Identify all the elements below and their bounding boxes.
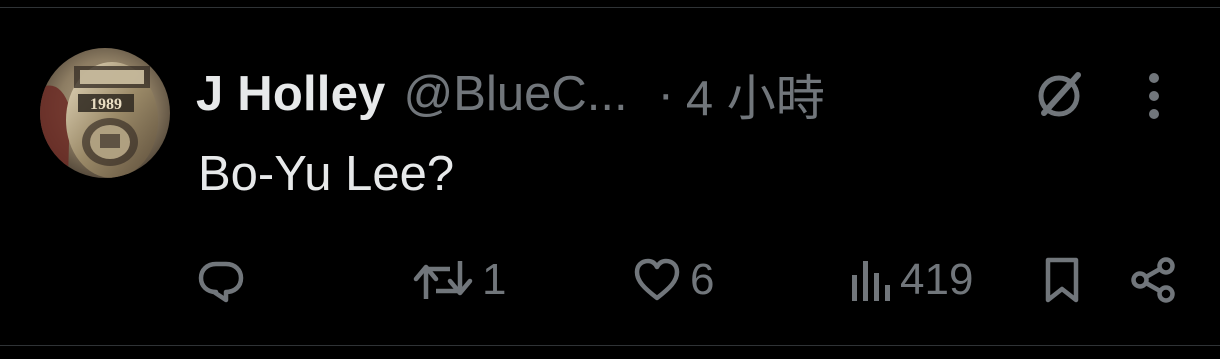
share-button[interactable]	[1128, 252, 1178, 308]
avatar-image: 1989	[40, 48, 170, 178]
retweet-button[interactable]: 1	[412, 252, 506, 308]
timestamp[interactable]: 4 小時	[686, 59, 825, 130]
bookmark-icon	[1045, 257, 1079, 303]
more-icon[interactable]	[1138, 70, 1170, 122]
views-count: 419	[900, 255, 974, 304]
views-icon	[852, 261, 890, 301]
retweet-icon	[413, 261, 473, 299]
views-button[interactable]: 419	[848, 252, 973, 308]
display-name[interactable]: J Holley	[196, 66, 386, 122]
user-handle[interactable]: @BlueC...	[404, 66, 628, 122]
top-divider	[0, 7, 1220, 8]
separator-dot: ·	[657, 67, 674, 121]
tweet-header: J Holley @BlueC... · 4 小時	[196, 62, 825, 126]
tweet-text: Bo-Yu Lee?	[198, 147, 455, 201]
reply-icon	[198, 261, 244, 303]
grok-icon[interactable]	[1030, 66, 1088, 124]
bookmark-button[interactable]	[1040, 252, 1084, 308]
bottom-divider	[0, 345, 1220, 346]
reply-button[interactable]	[196, 252, 246, 308]
share-icon	[1131, 257, 1175, 303]
heart-icon	[634, 258, 680, 301]
like-count: 6	[690, 255, 715, 304]
avatar[interactable]: 1989	[40, 48, 170, 178]
like-button[interactable]: 6	[632, 252, 714, 308]
svg-text:1989: 1989	[90, 96, 122, 113]
retweet-count: 1	[482, 255, 507, 304]
